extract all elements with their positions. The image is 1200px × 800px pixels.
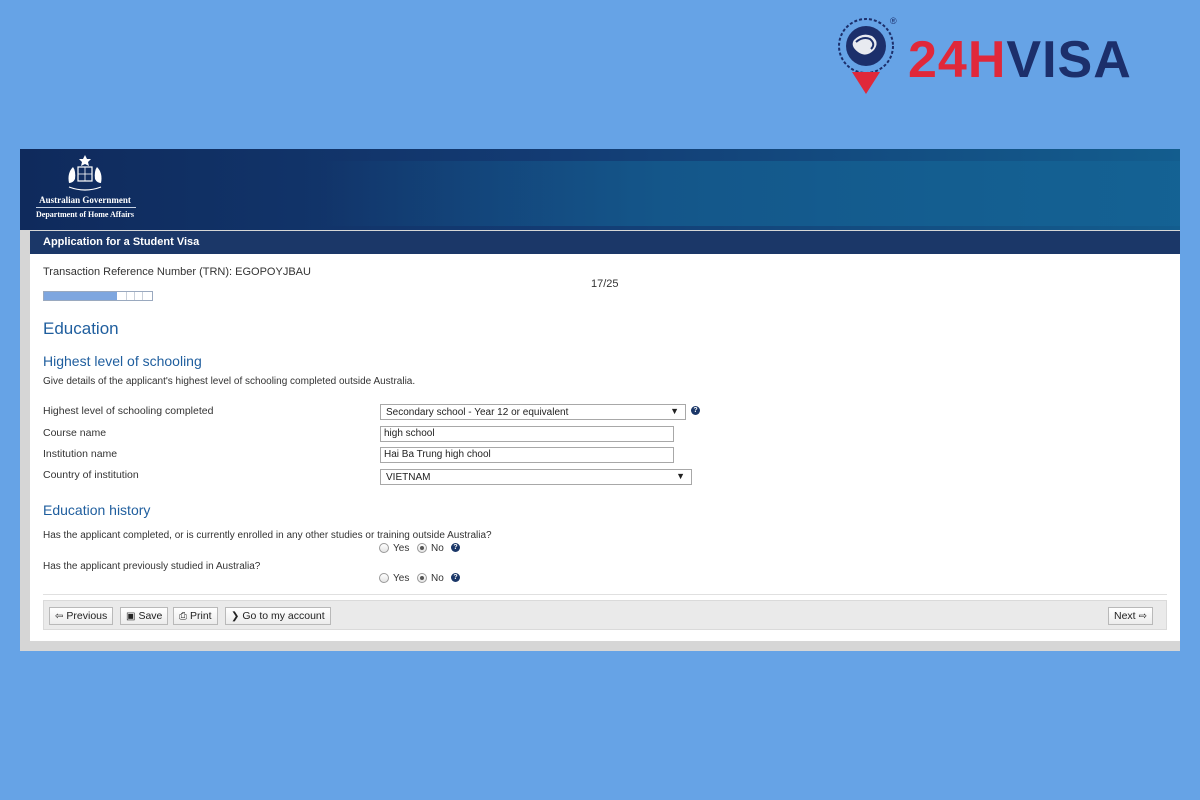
subsection-heading-schooling: Highest level of schooling — [43, 353, 202, 369]
brand-text-navy: VISA — [1006, 31, 1132, 89]
schooling-description: Give details of the applicant's highest … — [43, 376, 416, 387]
gov-divider — [36, 207, 136, 208]
globe-pin-icon — [838, 18, 894, 94]
help-icon[interactable]: ? — [691, 406, 700, 415]
next-button[interactable]: Next ⇨ — [1108, 607, 1153, 625]
previous-label: Previous — [66, 610, 108, 622]
previous-button[interactable]: ⇦ Previous — [49, 607, 114, 625]
subsection-heading-history: Education history — [43, 502, 151, 518]
header-band — [320, 161, 1180, 226]
application-title-bar: Application for a Student Visa — [30, 231, 1180, 254]
account-label: Go to my account — [242, 610, 325, 622]
chevron-down-icon: ▼ — [670, 406, 679, 416]
radio-group-other-studies: Yes No ? — [379, 542, 469, 556]
save-label: Save — [138, 610, 163, 622]
radio-yes[interactable] — [379, 573, 389, 583]
arrow-left-icon: ⇦ — [55, 611, 64, 622]
radio-no[interactable] — [417, 543, 427, 553]
radio-yes[interactable] — [379, 543, 389, 553]
divider — [43, 594, 1167, 595]
institution-name-input[interactable]: Hai Ba Trung high chool — [380, 447, 674, 463]
next-label: Next — [1114, 610, 1136, 622]
page-counter: 17/25 — [591, 278, 619, 290]
highest-level-label: Highest level of schooling completed — [43, 405, 214, 417]
radio-no[interactable] — [417, 573, 427, 583]
gov-name: Australian Government — [39, 195, 131, 205]
chevron-right-icon: ❯ — [231, 611, 240, 622]
course-name-label: Course name — [43, 427, 107, 439]
page-title: Application for a Student Visa — [43, 236, 200, 248]
progress-segment — [134, 292, 135, 300]
brand-text-red: 24H — [908, 31, 1007, 89]
brand-logo: ® 24HVISA — [836, 14, 1186, 100]
radio-no-label: No — [431, 543, 444, 554]
question-other-studies: Has the applicant completed, or is curre… — [43, 530, 492, 541]
registered-mark: ® — [890, 16, 897, 26]
help-icon[interactable]: ? — [451, 543, 460, 552]
save-button[interactable]: ▣ Save — [120, 607, 169, 625]
coat-of-arms-icon — [68, 155, 102, 191]
progress-bar — [43, 291, 153, 301]
government-header: Australian Government Department of Home… — [20, 149, 1180, 230]
course-name-input[interactable]: high school — [380, 426, 674, 442]
progress-segment — [126, 292, 127, 300]
trn-label: Transaction Reference Number (TRN): EGOP… — [43, 266, 311, 278]
institution-name-label: Institution name — [43, 448, 118, 460]
highest-level-select[interactable]: Secondary school - Year 12 or equivalent… — [380, 404, 686, 420]
print-label: Print — [190, 610, 212, 622]
department-name: Department of Home Affairs — [36, 210, 134, 219]
radio-yes-label: Yes — [393, 543, 410, 554]
highest-level-value: Secondary school - Year 12 or equivalent — [386, 407, 569, 418]
progress-fill — [44, 292, 118, 300]
progress-segment — [142, 292, 143, 300]
section-heading-education: Education — [43, 319, 119, 338]
print-button[interactable]: ⎙ Print — [173, 607, 218, 625]
country-label: Country of institution — [43, 469, 139, 481]
help-icon[interactable]: ? — [451, 573, 460, 582]
save-icon: ▣ — [126, 611, 136, 622]
radio-group-studied-australia: Yes No ? — [379, 572, 469, 586]
coat-of-arms: Australian Government Department of Home… — [30, 153, 140, 227]
radio-no-label: No — [431, 573, 444, 584]
footer-toolbar: ⇦ Previous ▣ Save ⎙ Print ❯ Go to my account… — [43, 600, 1167, 630]
chevron-down-icon: ▼ — [676, 471, 685, 481]
brand-wordmark: 24HVISA — [908, 32, 1132, 88]
arrow-right-icon: ⇨ — [1138, 611, 1147, 622]
country-value: VIETNAM — [386, 472, 431, 483]
print-icon: ⎙ — [179, 611, 187, 622]
radio-yes-label: Yes — [393, 573, 410, 584]
go-to-account-button[interactable]: ❯ Go to my account — [225, 607, 331, 625]
form-panel: Transaction Reference Number (TRN): EGOP… — [30, 254, 1180, 641]
application-window: Australian Government Department of Home… — [20, 149, 1180, 651]
question-studied-australia: Has the applicant previously studied in … — [43, 561, 261, 572]
country-select[interactable]: VIETNAM ▼ — [380, 469, 692, 485]
